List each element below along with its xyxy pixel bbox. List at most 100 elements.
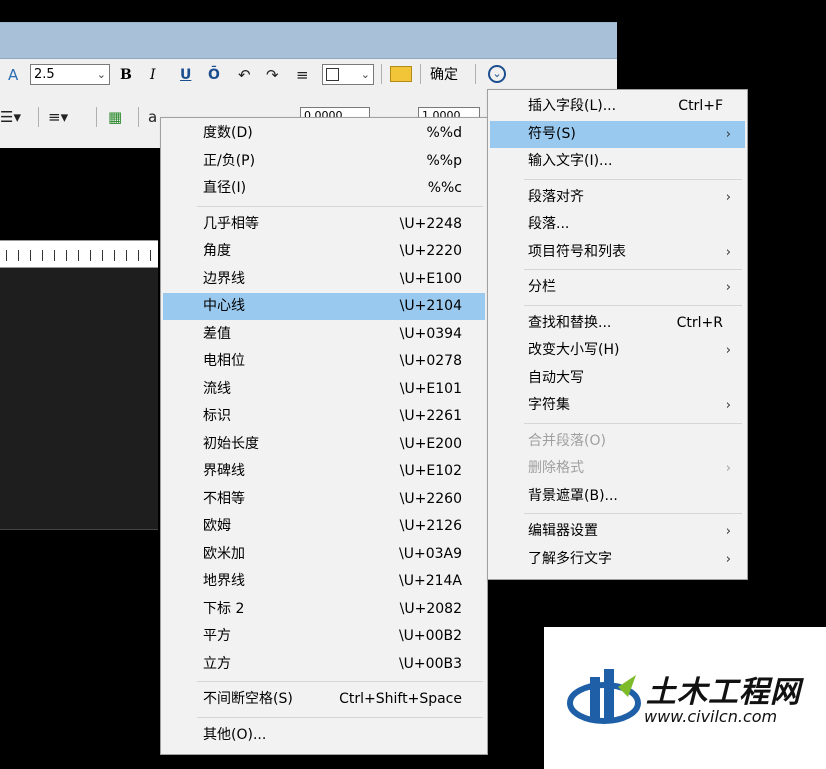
overline-button[interactable]: Ō <box>208 65 220 85</box>
menu-separator <box>524 304 742 306</box>
options-menu-item[interactable]: 输入文字(I)... <box>490 148 745 175</box>
insert-field-icon[interactable]: ▦ <box>108 107 122 127</box>
symbol-menu-item-code: \U+E100 <box>399 270 462 287</box>
menu-separator <box>524 513 742 514</box>
options-menu-item-shortcut: Ctrl+F <box>678 98 723 114</box>
symbol-menu-item-label: 下标 2 <box>203 600 245 617</box>
symbol-menu-item-code: \U+2248 <box>399 215 462 232</box>
symbol-menu-item[interactable]: 中心线 \U+2104 <box>163 293 485 320</box>
options-menu-item[interactable]: 背景遮罩(B)... <box>490 483 745 510</box>
line-spacing-icon[interactable]: ☰▾ <box>0 107 21 127</box>
symbol-menu-item-label: 标识 <box>203 408 231 424</box>
options-menu-item[interactable]: 自动大写 <box>490 365 745 392</box>
options-menu-item[interactable]: 改变大小写(H) › <box>490 337 745 364</box>
options-dropdown-icon[interactable]: ⌄ <box>488 65 506 83</box>
toolbar-divider <box>420 64 421 84</box>
ruler-tick <box>30 250 31 261</box>
symbol-menu-item[interactable]: 标识 \U+2261 <box>163 403 485 430</box>
symbol-menu-item[interactable]: 欧姆 \U+2126 <box>163 513 485 540</box>
symbol-menu-item[interactable]: 欧米加 \U+03A9 <box>163 541 485 568</box>
symbol-menu-item-code: \U+E200 <box>399 435 462 452</box>
options-menu-item[interactable]: 插入字段(L)... Ctrl+F <box>490 93 745 120</box>
symbol-menu-item-label: 平方 <box>203 628 231 644</box>
symbol-menu-item-code: \U+2220 <box>399 243 462 259</box>
symbol-menu-item[interactable]: 直径(I) %%c <box>163 175 485 202</box>
color-combobox[interactable]: ⌄ <box>322 64 374 85</box>
ruler[interactable] <box>0 240 158 268</box>
italic-button[interactable]: I <box>150 65 156 85</box>
options-menu-item[interactable]: 段落对齐 › <box>490 184 745 211</box>
symbol-menu-item[interactable]: 其他(O)... <box>163 722 485 749</box>
ruler-tick <box>78 250 79 261</box>
options-menu-item[interactable]: 项目符号和列表 › <box>490 239 745 266</box>
symbol-menu-item[interactable]: 电相位 \U+0278 <box>163 348 485 375</box>
symbol-menu-item-code: \U+0278 <box>399 353 462 369</box>
symbol-menu-item[interactable]: 立方 \U+00B3 <box>163 651 485 678</box>
symbol-menu-item[interactable]: 正/负(P) %%p <box>163 148 485 175</box>
symbol-menu-item[interactable]: 平方 \U+00B2 <box>163 623 485 650</box>
ruler-tick <box>6 250 7 261</box>
chevron-right-icon: › <box>725 398 731 413</box>
ruler-tick <box>114 250 115 261</box>
text-height-value: 2.5 <box>34 67 55 82</box>
options-menu-item[interactable]: 符号(S) › <box>490 120 745 148</box>
confirm-button[interactable]: 确定 <box>430 65 458 85</box>
symbol-menu-item[interactable]: 初始长度 \U+E200 <box>163 431 485 458</box>
underline-button[interactable]: U <box>180 65 191 85</box>
chevron-down-icon: ⌄ <box>360 68 370 81</box>
symbol-menu-item-code: \U+2260 <box>399 490 462 507</box>
symbol-menu-item-label: 角度 <box>203 243 231 259</box>
symbol-menu-item-code: \U+00B3 <box>398 655 462 672</box>
symbol-menu-item-label: 流线 <box>203 380 231 397</box>
symbol-menu-item-code: \U+E101 <box>399 380 462 397</box>
ruler-tick <box>126 250 127 261</box>
symbol-menu-item[interactable]: 下标 2 \U+2082 <box>163 596 485 623</box>
symbol-menu-item[interactable]: 角度 \U+2220 <box>163 238 485 265</box>
undo-icon[interactable]: ↶ <box>238 65 251 85</box>
symbol-menu-item[interactable]: 差值 \U+0394 <box>163 321 485 348</box>
uppercase-icon[interactable]: a <box>148 107 157 127</box>
options-menu-item[interactable]: 字符集 › <box>490 392 745 419</box>
symbol-menu-item[interactable]: 边界线 \U+E100 <box>163 266 485 293</box>
text-height-combobox[interactable]: 2.5 ⌄ <box>30 64 110 85</box>
civilcn-logo-icon <box>567 669 641 724</box>
symbol-menu-item[interactable]: 流线 \U+E101 <box>163 376 485 403</box>
editing-area[interactable] <box>0 268 158 530</box>
text-height-icon: A <box>8 66 19 84</box>
options-menu-item[interactable]: 了解多行文字 › <box>490 546 745 573</box>
symbol-menu-item[interactable]: 度数(D) %%d <box>163 120 485 147</box>
redo-icon[interactable]: ↷ <box>266 65 279 85</box>
options-menu-item-label: 项目符号和列表 <box>528 243 626 260</box>
bold-button[interactable]: B <box>120 65 132 85</box>
ruler-toggle-icon[interactable] <box>390 66 412 82</box>
options-menu-item[interactable]: 分栏 › <box>490 274 745 301</box>
stack-icon[interactable]: ≡ <box>296 65 309 85</box>
menu-separator <box>197 716 483 718</box>
symbol-menu-item[interactable]: 地界线 \U+214A <box>163 568 485 595</box>
options-menu-item[interactable]: 段落... <box>490 211 745 238</box>
symbol-menu-item-label: 地界线 <box>203 573 245 589</box>
options-menu-item[interactable]: 查找和替换... Ctrl+R <box>490 310 745 337</box>
options-menu-item[interactable]: 编辑器设置 › <box>490 518 745 545</box>
symbol-menu-item-code: \U+214A <box>399 573 462 589</box>
chevron-right-icon: › <box>725 189 731 205</box>
numbering-icon[interactable]: ≡▾ <box>48 107 68 127</box>
symbol-menu-item[interactable]: 不间断空格(S) Ctrl+Shift+Space <box>163 686 485 713</box>
symbol-menu-item[interactable]: 界碑线 \U+E102 <box>163 458 485 485</box>
ruler-tick <box>42 250 43 261</box>
chevron-right-icon: › <box>725 244 731 260</box>
options-menu-item-label: 符号(S) <box>528 125 576 142</box>
options-menu-item-label: 段落... <box>528 216 570 232</box>
chevron-right-icon: › <box>725 461 731 476</box>
options-menu-item: 删除格式 › <box>490 455 745 482</box>
toolbar-divider <box>475 64 476 84</box>
symbol-menu-item-code: \U+2104 <box>399 298 462 314</box>
symbol-menu-item[interactable]: 几乎相等 \U+2248 <box>163 211 485 238</box>
options-menu-item-label: 了解多行文字 <box>528 550 612 567</box>
ruler-tick <box>54 250 55 261</box>
chevron-down-icon: ⌄ <box>96 68 106 81</box>
symbol-menu-item-label: 不间断空格(S) <box>203 691 293 707</box>
options-menu-item-label: 插入字段(L)... <box>528 98 617 114</box>
symbol-menu-item-label: 边界线 <box>203 270 245 287</box>
symbol-menu-item[interactable]: 不相等 \U+2260 <box>163 486 485 513</box>
